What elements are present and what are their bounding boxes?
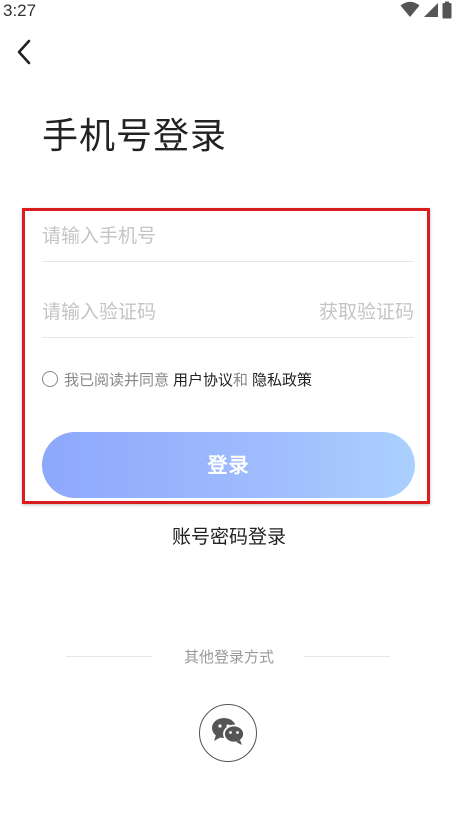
code-field-row: 获取验证码 (42, 288, 414, 338)
status-time: 3:27 (3, 1, 37, 20)
agreement-prefix: 我已阅读并同意 (64, 370, 170, 389)
chevron-left-icon (15, 39, 33, 69)
divider-right (304, 656, 390, 657)
wifi-icon (400, 1, 420, 23)
cellular-signal-icon (422, 1, 440, 23)
login-button[interactable]: 登录 (42, 432, 415, 498)
other-login-label: 其他登录方式 (183, 648, 274, 666)
wechat-icon (210, 716, 246, 750)
password-login-link[interactable]: 账号密码登录 (0, 522, 458, 552)
divider-left (66, 656, 152, 657)
user-agreement-link[interactable]: 用户协议 (173, 369, 233, 390)
page-title: 手机号登录 (42, 116, 228, 157)
status-icons (400, 1, 452, 23)
phone-input[interactable] (42, 212, 302, 260)
wechat-login-button[interactable] (199, 704, 257, 762)
privacy-policy-link[interactable]: 隐私政策 (252, 369, 312, 390)
agreement-row: 我已阅读并同意 用户协议 和 隐私政策 (42, 368, 312, 390)
verification-code-input[interactable] (42, 288, 302, 336)
phone-field-row (42, 212, 414, 262)
get-code-button[interactable]: 获取验证码 (319, 288, 414, 336)
agreement-and: 和 (233, 370, 249, 389)
status-bar: 3:27 (0, 0, 458, 24)
agreement-radio[interactable] (42, 371, 58, 387)
back-button[interactable] (8, 36, 40, 72)
battery-icon (442, 1, 452, 23)
